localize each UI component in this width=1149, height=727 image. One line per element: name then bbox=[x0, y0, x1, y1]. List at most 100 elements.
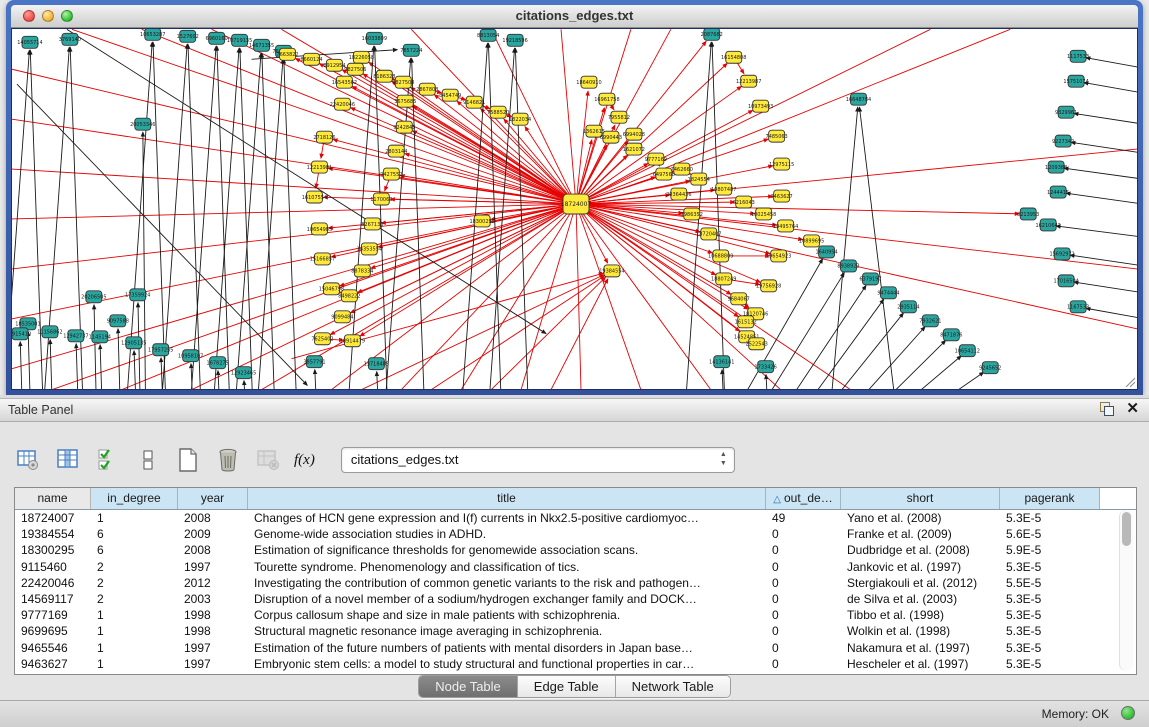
graph-node[interactable]: 1678275 bbox=[207, 357, 229, 369]
graph-node[interactable]: 16961758 bbox=[594, 93, 619, 105]
graph-node[interactable]: 10688809 bbox=[708, 250, 733, 262]
graph-node[interactable]: 15166857 bbox=[310, 253, 335, 265]
graph-node[interactable]: 18720407 bbox=[696, 228, 721, 240]
graph-node[interactable]: 12213981 bbox=[307, 161, 332, 173]
graph-node[interactable]: 1170063 bbox=[370, 193, 392, 205]
graph-node[interactable]: 10025458 bbox=[751, 208, 776, 220]
table-vertical-scrollbar[interactable] bbox=[1119, 510, 1133, 671]
tab-network-table[interactable]: Network Table bbox=[616, 676, 730, 697]
graph-node[interactable]: 8454749 bbox=[439, 89, 461, 101]
tab-node-table[interactable]: Node Table bbox=[419, 676, 518, 697]
graph-node[interactable]: 8660124 bbox=[300, 53, 322, 65]
graph-node[interactable]: 7932621 bbox=[919, 315, 941, 327]
table-row[interactable]: 911546021997Tourette syndrome. Phenomeno… bbox=[15, 559, 1136, 575]
graph-node[interactable]: 1209388 bbox=[1045, 161, 1067, 173]
graph-node[interactable]: 1244415 bbox=[1047, 186, 1069, 198]
graph-node[interactable]: 7857224 bbox=[400, 44, 422, 56]
show-column-button[interactable] bbox=[54, 446, 82, 474]
graph-node[interactable]: 2718126 bbox=[313, 131, 335, 143]
graph-node[interactable]: 1824554 bbox=[688, 173, 710, 185]
graph-node[interactable]: 9827506 bbox=[344, 63, 366, 75]
graph-node[interactable]: 9684067 bbox=[728, 293, 750, 305]
table-row[interactable]: 1872400712008Changes of HCN gene express… bbox=[15, 510, 1136, 526]
table-row[interactable]: 977716911998Corpus callosum shape and si… bbox=[15, 607, 1136, 623]
column-header-out_de[interactable]: △out_de… bbox=[766, 488, 841, 509]
graph-node[interactable]: 12905135 bbox=[121, 337, 146, 349]
graph-node[interactable]: 9474444 bbox=[877, 287, 899, 299]
graph-node[interactable]: 9463627 bbox=[771, 190, 793, 202]
graph-node[interactable]: 14136141 bbox=[709, 356, 734, 368]
graph-node[interactable]: 12942737 bbox=[63, 330, 88, 342]
graph-node[interactable]: 16154808 bbox=[721, 51, 746, 63]
graph-node[interactable]: 20053346 bbox=[130, 118, 155, 130]
float-panel-icon[interactable] bbox=[1100, 402, 1114, 416]
graph-node[interactable]: 1733426 bbox=[755, 361, 777, 373]
network-window-titlebar[interactable]: citations_edges.txt bbox=[11, 5, 1138, 28]
graph-node[interactable]: 9329961 bbox=[1055, 106, 1077, 118]
column-header-pagerank[interactable]: pagerank bbox=[1000, 488, 1100, 509]
graph-node[interactable]: 19495764 bbox=[773, 220, 798, 232]
table-mode-button[interactable] bbox=[14, 446, 42, 474]
graph-node[interactable]: 16210643 bbox=[1035, 219, 1060, 231]
graph-node[interactable]: 3769140 bbox=[59, 33, 81, 45]
table-row[interactable]: 1830029562008Estimation of significance … bbox=[15, 542, 1136, 558]
graph-node[interactable]: 7485063 bbox=[766, 130, 788, 142]
graph-node[interactable]: 3675685 bbox=[394, 95, 416, 107]
graph-node[interactable]: 3857791 bbox=[303, 356, 325, 368]
graph-node[interactable]: 2803144 bbox=[385, 145, 407, 157]
graph-node[interactable]: 2867808 bbox=[416, 83, 438, 95]
graph-node[interactable]: 1527602 bbox=[177, 30, 199, 42]
graph-node[interactable]: 8471876 bbox=[940, 329, 962, 341]
graph-node[interactable]: 9242843 bbox=[393, 121, 415, 133]
graph-node[interactable]: 9777169 bbox=[645, 153, 667, 165]
graph-node[interactable]: 10654985 bbox=[307, 223, 332, 235]
select-columns-button[interactable] bbox=[94, 446, 122, 474]
graph-node[interactable]: 9099484 bbox=[331, 311, 353, 323]
graph-node[interactable]: 8498222 bbox=[338, 290, 360, 302]
graph-node[interactable]: 10654112 bbox=[955, 345, 980, 357]
table-row[interactable]: 946554611997Estimation of the future num… bbox=[15, 640, 1136, 656]
column-header-name[interactable]: name bbox=[15, 488, 91, 509]
graph-node[interactable]: 8813054 bbox=[477, 29, 499, 41]
column-header-in_degree[interactable]: in_degree bbox=[91, 488, 178, 509]
graph-node[interactable]: 19218596 bbox=[502, 34, 527, 46]
column-header-year[interactable]: year bbox=[178, 488, 248, 509]
graph-node[interactable]: 1615132 bbox=[735, 316, 757, 328]
table-selector-combobox[interactable]: citations_edges.txt ▲▼ bbox=[341, 447, 735, 473]
graph-node[interactable]: 1167533 bbox=[1067, 301, 1089, 313]
graph-node[interactable]: 6379197 bbox=[859, 273, 881, 285]
graph-node[interactable]: 8912954 bbox=[323, 59, 345, 71]
graph-node[interactable]: 8267130 bbox=[361, 218, 383, 230]
network-canvas[interactable]: 1405571437691401065328715276026960160107… bbox=[11, 28, 1138, 390]
graph-node[interactable]: 6216043 bbox=[733, 196, 755, 208]
graph-node[interactable]: 12975115 bbox=[769, 158, 794, 170]
graph-node[interactable]: 1145194 bbox=[89, 331, 111, 343]
graph-node[interactable]: 7955812 bbox=[608, 111, 630, 123]
graph-node[interactable]: 13718485 bbox=[364, 358, 389, 370]
graph-node[interactable]: 16033809 bbox=[362, 32, 387, 44]
graph-node[interactable]: 8878334 bbox=[351, 265, 373, 277]
graph-node[interactable]: 6990443 bbox=[600, 131, 622, 143]
table-row[interactable]: 1456911722003Disruption of a novel membe… bbox=[15, 591, 1136, 607]
graph-node[interactable]: 19654923 bbox=[766, 250, 791, 262]
tab-edge-table[interactable]: Edge Table bbox=[518, 676, 616, 697]
table-row[interactable]: 2242004622012Investigating the contribut… bbox=[15, 575, 1136, 591]
function-builder-button[interactable]: f(x) bbox=[294, 452, 315, 469]
graph-node[interactable]: 15692971 bbox=[1049, 248, 1074, 260]
graph-node[interactable]: 9146821 bbox=[463, 96, 485, 108]
graph-node[interactable]: 14353554 bbox=[357, 243, 382, 255]
graph-node[interactable]: 10653287 bbox=[140, 29, 165, 40]
graph-node[interactable]: 6960160 bbox=[206, 32, 228, 44]
column-header-short[interactable]: short bbox=[841, 488, 1000, 509]
close-panel-icon[interactable]: ✕ bbox=[1126, 402, 1139, 416]
graph-node[interactable]: 11156862 bbox=[37, 326, 62, 338]
graph-node[interactable]: 2935114 bbox=[897, 301, 919, 313]
delete-column-button[interactable] bbox=[214, 446, 242, 474]
graph-node[interactable]: 7588520 bbox=[487, 106, 509, 118]
scrollbar-thumb[interactable] bbox=[1122, 512, 1131, 546]
graph-node[interactable]: 8213953 bbox=[1017, 208, 1039, 220]
graph-node[interactable]: 7462660 bbox=[671, 163, 693, 175]
graph-node[interactable]: 2522543 bbox=[746, 338, 768, 350]
graph-node[interactable]: 3915410 bbox=[12, 328, 31, 340]
graph-node[interactable]: 16107554 bbox=[302, 191, 327, 203]
